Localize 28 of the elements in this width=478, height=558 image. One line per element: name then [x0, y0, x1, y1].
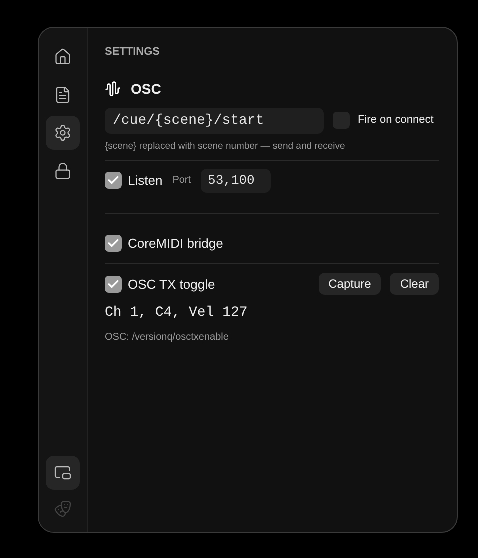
section-title: OSC — [131, 80, 162, 98]
checkbox[interactable] — [105, 276, 122, 293]
checkbox-label: OSC TX toggle — [128, 276, 216, 294]
home-icon — [54, 48, 72, 66]
address-field[interactable]: /cue/{scene}/start — [105, 108, 324, 134]
checkbox[interactable] — [105, 235, 122, 252]
sidebar-item[interactable] — [46, 116, 80, 150]
sidebar-item[interactable] — [46, 456, 80, 490]
clear-button[interactable]: Clear — [390, 273, 439, 296]
capture-button[interactable]: Capture — [318, 273, 382, 296]
checkbox-label: Listen — [128, 172, 163, 190]
window-icon — [54, 464, 72, 482]
check-icon — [107, 237, 120, 250]
document-icon — [54, 86, 72, 104]
settings-icon — [54, 124, 72, 142]
checkbox[interactable] — [105, 172, 122, 190]
section-heading: SETTINGS — [105, 45, 162, 60]
lock-icon — [54, 162, 72, 180]
field-label: Port — [172, 174, 192, 188]
port-field[interactable]: 53,100 — [201, 168, 272, 193]
checkbox-label: CoreMIDI bridge — [128, 234, 224, 253]
masks-icon — [54, 500, 72, 518]
check-icon — [107, 278, 120, 291]
hint-text: {scene} replaced with scene number — send and receive — [105, 140, 346, 154]
checkbox-label: Fire on connect — [358, 113, 434, 128]
osc-path: OSC: /versionq/osctxenable — [105, 331, 230, 346]
waveform-icon — [105, 81, 121, 97]
midi-binding: Ch 1, C4, Vel 127 — [105, 304, 249, 324]
